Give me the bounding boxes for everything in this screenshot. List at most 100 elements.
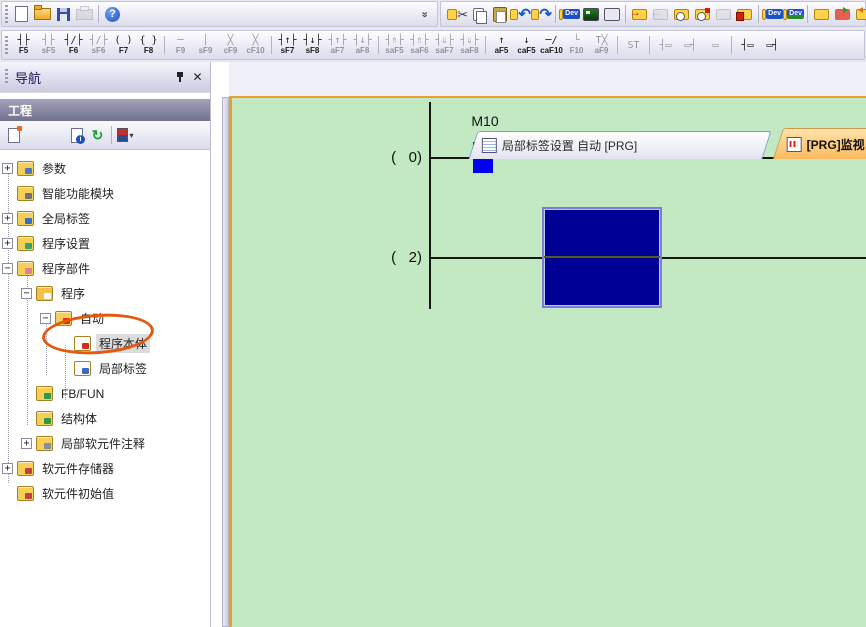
tree-item-program-setting[interactable]: + 程序设置 xyxy=(0,231,210,256)
monitor-stop-button[interactable] xyxy=(713,3,734,25)
nav-property-button[interactable]: i xyxy=(66,124,87,146)
expander-icon[interactable]: + xyxy=(2,163,13,174)
rising-pulse-button[interactable]: ┤↑├ sF7 xyxy=(275,32,300,58)
tree-item-fb-fun[interactable]: FB/FUN xyxy=(0,381,210,406)
ladder-editor[interactable]: ( 0) M10 ( 2) xyxy=(229,96,866,627)
copy-button[interactable] xyxy=(468,3,489,25)
navigation-title: 导航 xyxy=(15,70,42,86)
nav-refresh-button[interactable]: ↻ xyxy=(87,124,108,146)
device-display-on-button[interactable]: Dev xyxy=(762,3,783,25)
tree-item-structured-data-type[interactable]: 结构体 xyxy=(0,406,210,431)
device-comment-edit-button[interactable]: ┤▭ xyxy=(735,32,760,58)
no-conversion-button[interactable]: └ F10 xyxy=(564,32,589,58)
expander-icon[interactable]: − xyxy=(21,288,32,299)
expander-icon[interactable]: + xyxy=(21,438,32,449)
edit-line-statement-button[interactable]: ┤▭ xyxy=(653,32,678,58)
open-contact-button[interactable]: ┤├ F5 xyxy=(11,32,36,58)
tree-item-local-device-comment[interactable]: + 局部软元件注释 xyxy=(0,431,210,456)
delete-device-test-button[interactable]: T╳ aF9 xyxy=(589,32,614,58)
close-contact-button[interactable]: ┤/├ F6 xyxy=(61,32,86,58)
coil-button[interactable]: ( ) F7 xyxy=(111,32,136,58)
close-icon[interactable]: ✕ xyxy=(189,69,206,86)
inline-st-button[interactable]: ST xyxy=(621,32,646,58)
rising-pulse-close-branch-button[interactable]: ┤⇑├ saF6 xyxy=(407,32,432,58)
monitor-test-button[interactable] xyxy=(734,3,755,25)
tree-item-global-label[interactable]: + 全局标签 xyxy=(0,206,210,231)
open-button[interactable] xyxy=(32,3,53,25)
tree-item-program-body[interactable]: 程序本体 xyxy=(0,331,210,356)
save-button[interactable] xyxy=(53,3,74,25)
cut-button[interactable]: ✂ xyxy=(447,3,468,25)
read-from-plc-button[interactable]: ← xyxy=(650,3,671,25)
tree-item-intelligent-function-module[interactable]: 智能功能模块 xyxy=(0,181,210,206)
redo-button[interactable]: ↷ xyxy=(531,3,552,25)
help-button[interactable]: ? xyxy=(102,3,123,25)
comment-display-button[interactable] xyxy=(811,3,832,25)
selected-instruction-cell[interactable] xyxy=(542,207,662,308)
vertical-line-button[interactable]: │ sF9 xyxy=(193,32,218,58)
statement-display-button[interactable] xyxy=(853,3,866,25)
pin-icon[interactable] xyxy=(172,69,189,86)
expander-icon[interactable]: + xyxy=(2,238,13,249)
monitor-read-button[interactable] xyxy=(671,3,692,25)
tree-item-icon xyxy=(36,286,53,301)
toolbar-grip[interactable] xyxy=(5,5,8,23)
write-to-plc-button[interactable]: → xyxy=(629,3,650,25)
tree-item-auto[interactable]: − 自动 xyxy=(0,306,210,331)
tree-item-device-initial-value[interactable]: 软元件初始值 xyxy=(0,481,210,506)
tree-item-icon xyxy=(74,336,91,351)
new-button[interactable] xyxy=(11,3,32,25)
print-button[interactable] xyxy=(74,3,95,25)
invert-result-pulse-button[interactable]: ─/caF10 xyxy=(539,32,564,58)
tree-item-icon xyxy=(36,411,53,426)
rising-pulse-branch-button[interactable]: ┤↑├ aF7 xyxy=(325,32,350,58)
undo-button[interactable]: ↶ xyxy=(510,3,531,25)
tab-prg-monitor[interactable]: [PRG]监视 执行中 自动 (只... × xyxy=(772,128,866,159)
find-monitor-button[interactable] xyxy=(580,3,601,25)
open-branch-button[interactable]: ┤├ sF5 xyxy=(36,32,61,58)
edit-statement-button[interactable]: ▭ xyxy=(703,32,728,58)
monitor-write-button[interactable] xyxy=(692,3,713,25)
expander-icon[interactable]: + xyxy=(2,213,13,224)
horizontal-line-button[interactable]: ─ F9 xyxy=(168,32,193,58)
falling-pulse-close-button[interactable]: ┤⇓├ saF7 xyxy=(432,32,457,58)
nav-sort-button[interactable]: ▾ xyxy=(115,124,136,146)
delete-vertical-line-button[interactable]: ╳ cF10 xyxy=(243,32,268,58)
close-branch-button[interactable]: ┤/├ sF6 xyxy=(86,32,111,58)
navigation-titlebar[interactable]: 导航 ✕ xyxy=(0,62,210,93)
nav-paste-button[interactable] xyxy=(45,124,66,146)
toolbar-overflow-button[interactable]: » xyxy=(414,3,435,25)
application-instruction-button[interactable]: { } F8 xyxy=(136,32,161,58)
tab-local-label-setting[interactable]: 局部标签设置 自动 [PRG] xyxy=(468,131,772,159)
toolbar-grip[interactable] xyxy=(5,36,8,54)
standard-toolbar: ? » xyxy=(1,1,438,27)
edit-note-button[interactable]: ▭┤ xyxy=(678,32,703,58)
tree-item-program[interactable]: − 程序 xyxy=(0,281,210,306)
falling-pulse-close-branch-button[interactable]: ┤⇓├ saF8 xyxy=(457,32,482,58)
expander-icon[interactable]: − xyxy=(2,263,13,274)
paste-button[interactable] xyxy=(489,3,510,25)
toolbar-separator xyxy=(111,126,112,144)
find-device-button[interactable]: Dev xyxy=(559,3,580,25)
nav-new-button[interactable] xyxy=(3,124,24,146)
convert-operation-result-button[interactable]: ↓ caF5 xyxy=(514,32,539,58)
statement-insert-button[interactable]: ▭┤ xyxy=(760,32,785,58)
expander-icon[interactable]: − xyxy=(40,313,51,324)
find-io-button[interactable] xyxy=(601,3,622,25)
invert-operation-result-button[interactable]: ↑ aF5 xyxy=(489,32,514,58)
delete-horizontal-line-button[interactable]: ╳ cF9 xyxy=(218,32,243,58)
device-display-off-button[interactable]: Dev xyxy=(783,3,804,25)
tree-item-local-label[interactable]: 局部标签 xyxy=(0,356,210,381)
falling-pulse-button[interactable]: ┤↓├ sF8 xyxy=(300,32,325,58)
tree-item-parameter[interactable]: + 参数 xyxy=(0,156,210,181)
nav-copy-button[interactable] xyxy=(24,124,45,146)
navigation-panel: 导航 ✕ 工程 i ↻ ▾ + 参数 智能功能模块 + 全局标签 + 程序设置 … xyxy=(0,62,211,627)
tree-item-pou[interactable]: − 程序部件 xyxy=(0,256,210,281)
toolbar-separator xyxy=(649,36,650,54)
tree-item-device-memory[interactable]: + 软元件存储器 xyxy=(0,456,210,481)
expander-icon[interactable]: + xyxy=(2,463,13,474)
falling-pulse-branch-button[interactable]: ┤↓├ aF8 xyxy=(350,32,375,58)
rising-pulse-close-button[interactable]: ┤⇑├ saF5 xyxy=(382,32,407,58)
panel-grip[interactable] xyxy=(5,69,8,85)
comment-jump-button[interactable] xyxy=(832,3,853,25)
